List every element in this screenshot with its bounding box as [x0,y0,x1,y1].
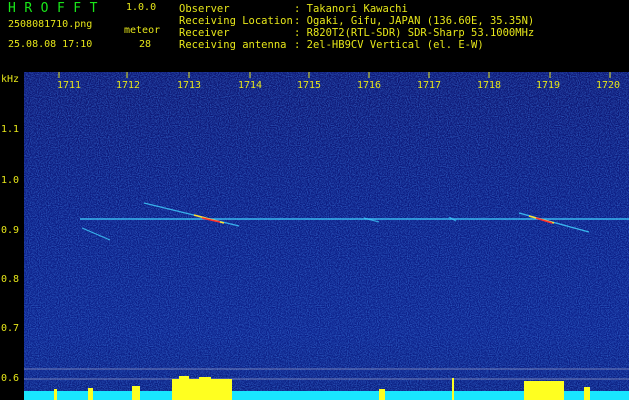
time-tick-1711: 1711 [56,80,82,91]
freq-tick-0.6: 0.6 [1,373,20,384]
time-tick-1718: 1718 [476,80,502,91]
freq-tick-0.8: 0.8 [1,274,20,285]
freq-tick-1.0: 1.0 [1,175,20,186]
meteor-label: meteor [124,25,161,36]
observer-key: Observer [179,3,230,15]
header-panel: HROFFT 1.0.0 2508081710.png meteor 25.08… [0,0,629,72]
unit-label: kHz [1,74,20,85]
time-tick-1716: 1716 [356,80,382,91]
time-tick-1720: 1720 [595,80,621,91]
antenna-value: : 2el-HB9CV Vertical (el. E-W) [294,39,484,51]
observer-value: : Takanori Kawachi [294,3,408,15]
time-tick-1714: 1714 [237,80,263,91]
time-tick-1715: 1715 [296,80,322,91]
app-name: HROFFT [8,1,106,16]
receiver-key: Receiver [179,27,230,39]
frequency-axis [0,72,24,400]
time-tick-1719: 1719 [535,80,561,91]
time-tick-1712: 1712 [115,80,141,91]
file-name: 2508081710.png [8,19,93,30]
spectrogram-svg [24,72,629,400]
location-value: : Ogaki, Gifu, JAPAN (136.60E, 35.35N) [294,15,535,27]
app-version: 1.0.0 [126,2,157,13]
noise-texture [24,72,629,400]
freq-tick-0.9: 0.9 [1,225,20,236]
location-key: Receiving Location [179,15,293,27]
time-tick-1717: 1717 [416,80,442,91]
meteor-count: 28 [139,39,152,50]
time-tick-1713: 1713 [176,80,202,91]
waterfall-spectrogram [24,72,629,400]
receiver-value: : R820T2(RTL-SDR) SDR-Sharp 53.1000MHz [294,27,535,39]
antenna-key: Receiving antenna [179,39,287,51]
freq-tick-0.7: 0.7 [1,323,20,334]
date-time: 25.08.08 17:10 [8,39,93,50]
freq-tick-1.1: 1.1 [1,124,20,135]
